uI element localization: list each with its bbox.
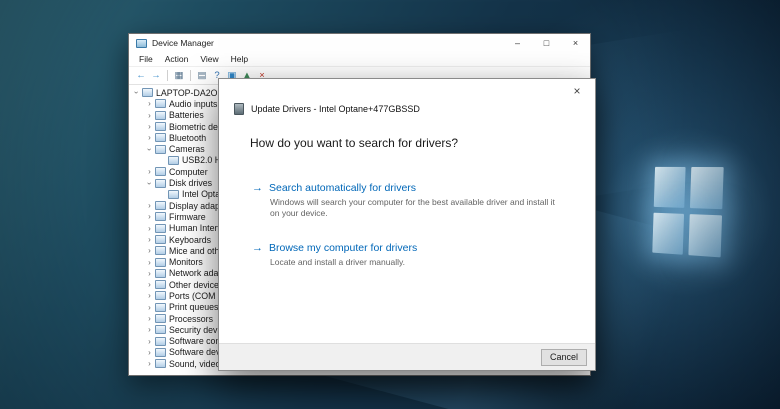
- firmware-icon: [155, 212, 166, 222]
- sound-icon: [155, 359, 166, 369]
- tree-item-label: Bluetooth: [169, 132, 207, 143]
- bluetooth-icon: [155, 133, 166, 143]
- minimize-button[interactable]: –: [503, 34, 532, 52]
- window-controls: – □ ×: [503, 34, 590, 52]
- tree-item-label: Cameras: [169, 144, 205, 155]
- option-label: Browse my computer for drivers: [269, 242, 418, 254]
- biometric-icon: [155, 122, 166, 132]
- dialog-heading: How do you want to search for drivers?: [250, 136, 459, 150]
- device-manager-app-icon: [136, 38, 147, 48]
- option-search-automatically[interactable]: → Search automatically for drivers Windows…: [252, 182, 562, 219]
- option-description: Locate and install a driver manually.: [270, 257, 405, 267]
- audio-icon: [155, 99, 166, 109]
- menu-action[interactable]: Action: [159, 54, 195, 64]
- option-description: Windows will search your computer for th…: [270, 197, 555, 219]
- mouse-icon: [155, 246, 166, 256]
- console-tree-icon[interactable]: ▦: [172, 69, 186, 83]
- webcam-icon: [168, 155, 179, 165]
- keyboard-icon: [155, 235, 166, 244]
- disk-drive-icon: [155, 178, 166, 188]
- hid-icon: [155, 223, 166, 233]
- tree-item-label: Other devices: [169, 279, 224, 290]
- expand-chevron-icon[interactable]: ›: [145, 258, 154, 267]
- toolbar-divider: [167, 70, 168, 81]
- option-arrow-icon: →: [252, 242, 263, 254]
- back-icon[interactable]: ←: [134, 69, 148, 83]
- tree-item-label: Batteries: [169, 110, 204, 121]
- expand-chevron-icon[interactable]: ›: [145, 280, 154, 289]
- expand-chevron-icon[interactable]: ›: [145, 303, 154, 312]
- expand-chevron-icon[interactable]: ›: [145, 314, 154, 323]
- collapse-chevron-icon[interactable]: ›: [145, 179, 154, 188]
- other-devices-icon: [155, 280, 166, 290]
- menu-file[interactable]: File: [133, 54, 159, 64]
- monitor-icon: [155, 257, 166, 267]
- expand-chevron-icon[interactable]: ›: [145, 99, 154, 108]
- battery-icon: [155, 110, 166, 120]
- camera-icon: [155, 144, 166, 154]
- expand-chevron-icon[interactable]: ›: [145, 348, 154, 357]
- dialog-title: Update Drivers - Intel Optane+477GBSSD: [251, 104, 420, 114]
- toolbar-divider: [190, 70, 191, 81]
- tree-item-label: Monitors: [169, 257, 203, 268]
- software-device-icon: [155, 347, 166, 357]
- expand-chevron-icon[interactable]: ›: [145, 291, 154, 300]
- print-queue-icon: [155, 302, 166, 312]
- forward-icon[interactable]: →: [149, 69, 163, 83]
- expand-chevron-icon[interactable]: ›: [145, 133, 154, 142]
- collapse-chevron-icon[interactable]: ›: [132, 88, 141, 97]
- tree-item-label: Keyboards: [169, 234, 212, 245]
- tree-item-label: Disk drives: [169, 178, 213, 189]
- collapse-chevron-icon[interactable]: ›: [145, 145, 154, 154]
- expand-chevron-icon[interactable]: ›: [145, 269, 154, 278]
- expand-chevron-icon[interactable]: ›: [145, 167, 154, 176]
- close-button[interactable]: ×: [561, 34, 590, 52]
- window-title: Device Manager: [152, 38, 214, 48]
- ports-icon: [155, 291, 166, 301]
- tree-item-label: Print queues: [169, 302, 219, 313]
- cancel-button[interactable]: Cancel: [541, 348, 587, 366]
- menu-help[interactable]: Help: [225, 54, 254, 64]
- software-component-icon: [155, 336, 166, 346]
- tree-item-label: Processors: [169, 313, 213, 324]
- menubar: File Action View Help: [129, 52, 590, 66]
- titlebar[interactable]: Device Manager – □ ×: [129, 34, 590, 52]
- processor-icon: [155, 314, 166, 324]
- security-device-icon: [155, 325, 166, 335]
- computer-category-icon: [155, 167, 166, 177]
- expand-chevron-icon[interactable]: ›: [145, 235, 154, 244]
- expand-chevron-icon[interactable]: ›: [145, 246, 154, 255]
- expand-chevron-icon[interactable]: ›: [145, 359, 154, 368]
- expand-chevron-icon[interactable]: ›: [145, 337, 154, 346]
- tree-item-label: Computer: [169, 166, 208, 177]
- option-arrow-icon: →: [252, 182, 263, 194]
- option-label: Search automatically for drivers: [269, 182, 417, 194]
- network-adapter-icon: [155, 268, 166, 278]
- option-browse-computer[interactable]: → Browse my computer for drivers Locate an…: [252, 242, 562, 268]
- computer-icon: [142, 88, 153, 98]
- update-drivers-dialog: × Update Drivers - Intel Optane+477GBSSD…: [218, 78, 596, 371]
- dialog-close-button[interactable]: ×: [564, 82, 590, 100]
- properties-icon[interactable]: ▤: [195, 69, 209, 83]
- disk-icon: [168, 189, 179, 199]
- expand-chevron-icon[interactable]: ›: [145, 111, 154, 120]
- desktop: Device Manager – □ × File Action View Help ← →…: [0, 0, 780, 409]
- update-drivers-icon: [234, 103, 244, 115]
- display-adapter-icon: [155, 201, 166, 211]
- dialog-footer: Cancel: [219, 343, 595, 370]
- maximize-button[interactable]: □: [532, 34, 561, 52]
- expand-chevron-icon[interactable]: ›: [145, 325, 154, 334]
- menu-view[interactable]: View: [194, 54, 224, 64]
- expand-chevron-icon[interactable]: ›: [145, 201, 154, 210]
- tree-item-label: Firmware: [169, 211, 206, 222]
- expand-chevron-icon[interactable]: ›: [145, 212, 154, 221]
- dialog-header: Update Drivers - Intel Optane+477GBSSD: [234, 103, 420, 115]
- expand-chevron-icon[interactable]: ›: [145, 122, 154, 131]
- expand-chevron-icon[interactable]: ›: [145, 224, 154, 233]
